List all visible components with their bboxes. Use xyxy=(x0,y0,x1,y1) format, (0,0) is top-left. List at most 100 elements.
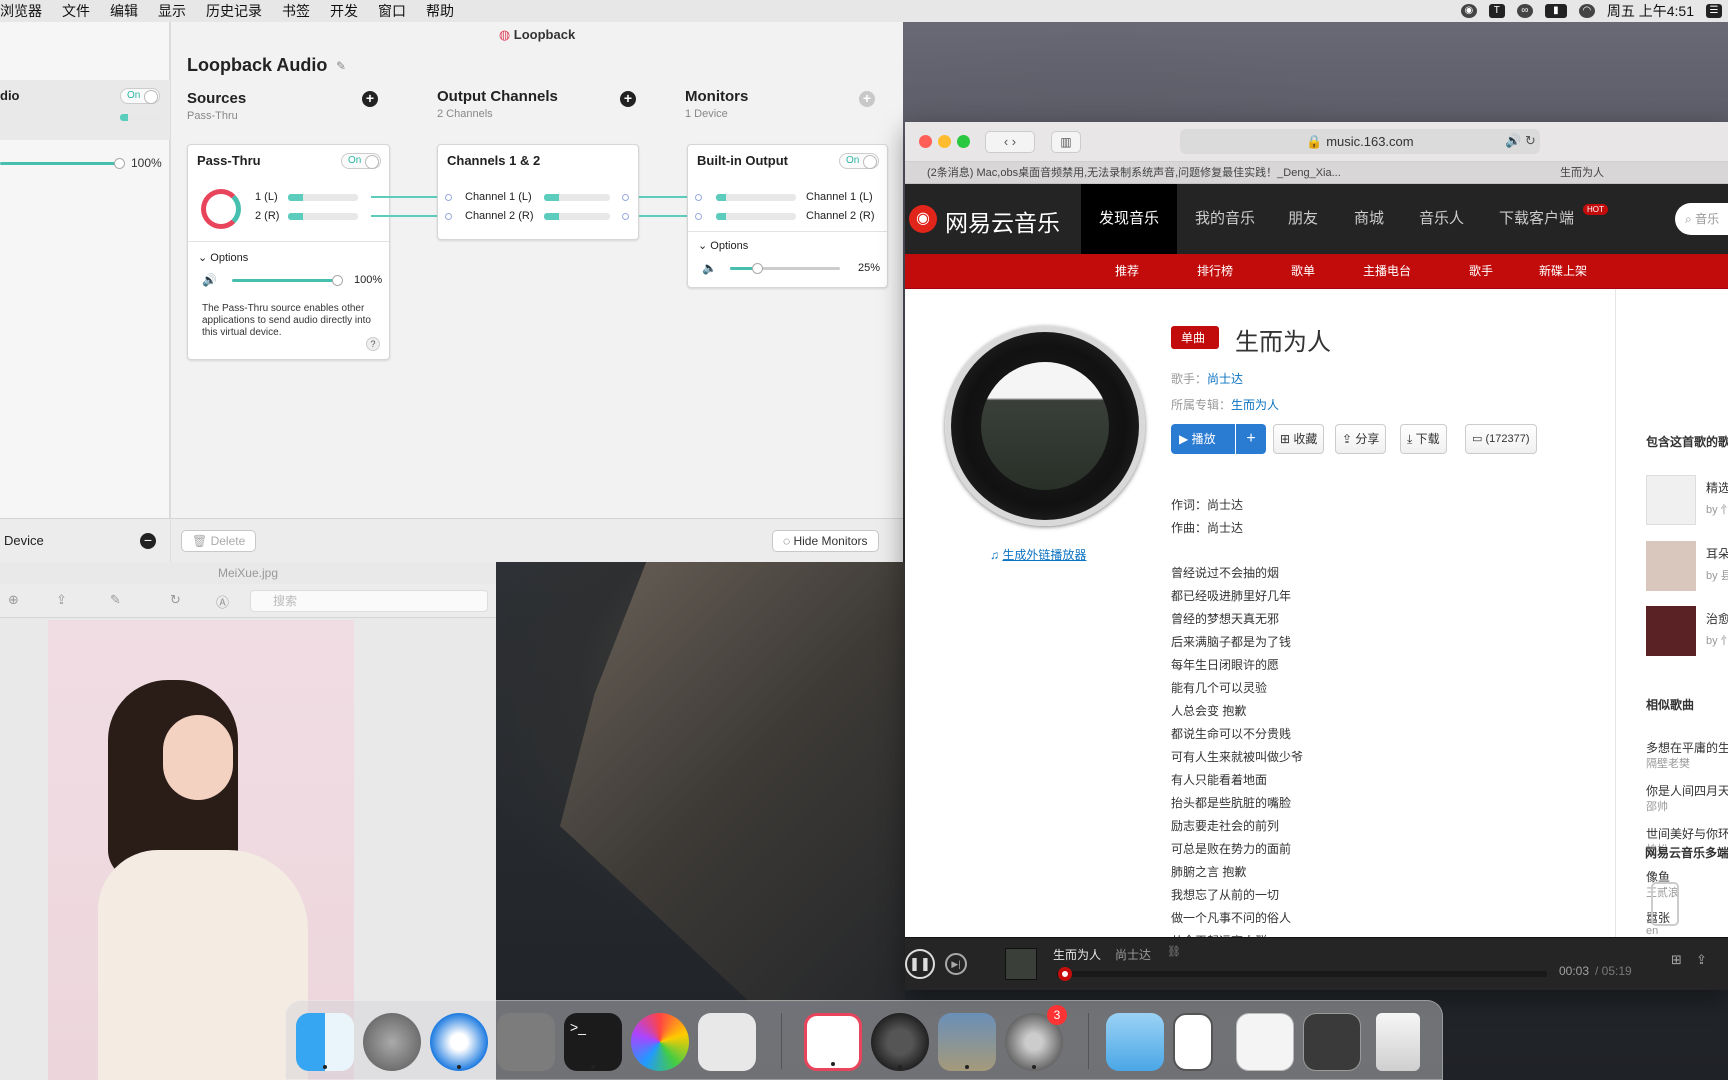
output-in-dot-2[interactable] xyxy=(695,213,702,220)
link-icon[interactable]: ⛓ xyxy=(1167,945,1181,958)
rotate-icon[interactable]: ↻ xyxy=(170,592,181,608)
side-playlist-item[interactable]: 治愈 by 忄 xyxy=(1646,606,1728,658)
output-in-dot-1[interactable] xyxy=(695,194,702,201)
channels-in-dot-1[interactable] xyxy=(445,194,452,201)
similar-song[interactable]: 多想在平庸的生 xyxy=(1646,739,1728,756)
apple-device-icon[interactable] xyxy=(1651,882,1679,926)
preview-icon[interactable] xyxy=(938,1013,996,1071)
nav-my-music[interactable]: 我的音乐 xyxy=(1195,184,1255,254)
menu-help[interactable]: 帮助 xyxy=(416,1,464,21)
output-options-toggle[interactable]: ⌄ Options xyxy=(698,239,748,252)
next-button[interactable]: ▶| xyxy=(945,953,967,975)
player-artist[interactable]: 尚士达 xyxy=(1115,946,1151,963)
window-thumbnail-icon-2[interactable] xyxy=(1303,1013,1361,1071)
sidebar-device-toggle[interactable]: On xyxy=(120,88,160,104)
menu-history[interactable]: 历史记录 xyxy=(196,1,272,21)
similar-song[interactable]: 你是人间四月天 xyxy=(1646,782,1728,799)
preview-search-input[interactable]: 搜索 xyxy=(250,590,488,612)
nav-mall[interactable]: 商城 xyxy=(1354,184,1384,254)
window-thumbnail-icon[interactable] xyxy=(1236,1013,1294,1071)
netease-logo-text[interactable]: 网易云音乐 xyxy=(945,204,1060,238)
download-button[interactable]: ⤓ 下载 xyxy=(1400,424,1447,454)
pause-button[interactable]: ❚❚ xyxy=(905,949,935,979)
downloads-folder-icon[interactable] xyxy=(1106,1013,1164,1071)
calculator-icon[interactable] xyxy=(497,1013,555,1071)
edit-name-icon[interactable]: ✎ xyxy=(336,59,346,73)
side-playlist-item[interactable]: 耳朵 by 县 xyxy=(1646,541,1728,593)
markup-icon[interactable]: ✎ xyxy=(110,592,121,608)
collect-button[interactable]: ⊞ 收藏 xyxy=(1273,424,1325,454)
help-button[interactable]: ? xyxy=(366,337,380,351)
annotate-icon[interactable]: Ⓐ xyxy=(216,592,229,611)
reload-icon[interactable]: ↻ xyxy=(1525,133,1536,149)
menu-bookmarks[interactable]: 书签 xyxy=(272,1,320,21)
subnav-new-albums[interactable]: 新碟上架 xyxy=(1539,254,1587,289)
add-monitor-button[interactable]: + xyxy=(859,91,875,107)
zoom-icon[interactable]: ⊕ xyxy=(8,592,19,608)
add-to-playlist-button[interactable]: + xyxy=(1236,424,1266,454)
subnav-radio[interactable]: 主播电台 xyxy=(1363,254,1411,289)
player-progress-knob[interactable] xyxy=(1057,967,1072,981)
menu-view[interactable]: 显示 xyxy=(148,1,196,21)
obs-icon[interactable] xyxy=(871,1013,929,1071)
subnav-playlists[interactable]: 歌单 xyxy=(1291,254,1315,289)
player-song[interactable]: 生而为人 xyxy=(1053,946,1101,963)
player-progress-track[interactable] xyxy=(1057,971,1547,977)
control-center-icon[interactable]: ☰ xyxy=(1706,4,1722,18)
terminal-icon[interactable]: >_ xyxy=(564,1013,622,1071)
channels-out-dot-2[interactable] xyxy=(622,213,629,220)
nav-friends[interactable]: 朋友 xyxy=(1288,184,1318,254)
subnav-recommend[interactable]: 推荐 xyxy=(1115,254,1139,289)
play-button[interactable]: ▶ 播放 xyxy=(1171,424,1235,454)
device-title[interactable]: Loopback Audio xyxy=(187,55,327,76)
menu-window[interactable]: 窗口 xyxy=(368,1,416,21)
singer-link[interactable]: 尚士达 xyxy=(1207,372,1243,386)
share-player-icon[interactable]: ⇪ xyxy=(1696,952,1707,968)
add-channel-button[interactable]: + xyxy=(620,91,636,107)
pixelmator-icon[interactable] xyxy=(631,1013,689,1071)
similar-song[interactable]: 世间美好与你环 xyxy=(1646,825,1728,842)
tab-csdn[interactable]: (2条消息) Mac,obs桌面音频禁用,无法录制系统声音,问题修复最佳实践！_… xyxy=(927,162,1347,184)
output-card[interactable]: Built-in Output On Channel 1 (L) Channel… xyxy=(687,144,888,288)
system-preferences-icon[interactable]: 3 xyxy=(1005,1005,1067,1071)
output-volume-knob[interactable] xyxy=(752,263,763,274)
screenshot-icon[interactable] xyxy=(698,1013,756,1071)
delete-button[interactable]: 🗑 Delete xyxy=(181,530,257,552)
passthru-volume-slider[interactable] xyxy=(232,279,338,282)
channels-out-dot-1[interactable] xyxy=(622,194,629,201)
subnav-artists[interactable]: 歌手 xyxy=(1469,254,1493,289)
safari-icon[interactable] xyxy=(430,1013,488,1071)
passthru-toggle[interactable]: On xyxy=(341,153,381,169)
nav-download[interactable]: 下载客户端 xyxy=(1499,184,1574,254)
launchpad-icon[interactable] xyxy=(363,1013,421,1071)
battery-icon[interactable]: ▮ xyxy=(1544,4,1567,18)
passthru-options-toggle[interactable]: ⌄ Options xyxy=(198,251,248,264)
hide-monitors-button[interactable]: ◌ Hide Monitors xyxy=(772,530,879,552)
trash-icon[interactable] xyxy=(1376,1013,1420,1071)
menu-browser[interactable]: 浏览器 xyxy=(0,1,52,21)
close-button[interactable] xyxy=(919,135,932,148)
comments-button[interactable]: ▭ (172377) xyxy=(1465,424,1537,454)
back-button[interactable]: ‹ › xyxy=(985,131,1035,153)
audio-icon[interactable]: 🔊 xyxy=(1505,133,1521,149)
sidebar-volume-knob[interactable] xyxy=(114,158,125,169)
remove-device-button[interactable]: − xyxy=(140,533,156,549)
share-icon[interactable]: ⇪ xyxy=(56,592,67,608)
netease-search-input[interactable]: ⌕ 音乐 xyxy=(1675,203,1728,235)
add-source-button[interactable]: + xyxy=(362,91,378,107)
wifi-icon[interactable]: ◠ xyxy=(1578,4,1595,18)
loopback-status-icon[interactable]: ∞ xyxy=(1516,4,1533,18)
nav-musician[interactable]: 音乐人 xyxy=(1419,184,1464,254)
obs-status-icon[interactable]: ◉ xyxy=(1460,4,1477,18)
channels-card[interactable]: Channels 1 & 2 Channel 1 (L) Channel 2 (… xyxy=(437,144,639,240)
output-toggle[interactable]: On xyxy=(839,153,879,169)
passthru-card[interactable]: Pass-Thru On 1 (L) 2 (R) ⌄ Options 🔊 100… xyxy=(187,144,390,360)
nav-discover[interactable]: 发现音乐 xyxy=(1081,184,1178,254)
similar-artist[interactable]: 邵帅 xyxy=(1646,798,1668,814)
similar-artist[interactable]: 隔壁老樊 xyxy=(1646,755,1690,771)
passthru-volume-knob[interactable] xyxy=(332,275,343,286)
menu-clock[interactable]: 周五 上午4:51 xyxy=(1607,1,1694,21)
zoom-button[interactable] xyxy=(957,135,970,148)
document-thumbnail-icon[interactable] xyxy=(1173,1013,1213,1071)
sidebar-volume-slider[interactable] xyxy=(0,162,118,165)
